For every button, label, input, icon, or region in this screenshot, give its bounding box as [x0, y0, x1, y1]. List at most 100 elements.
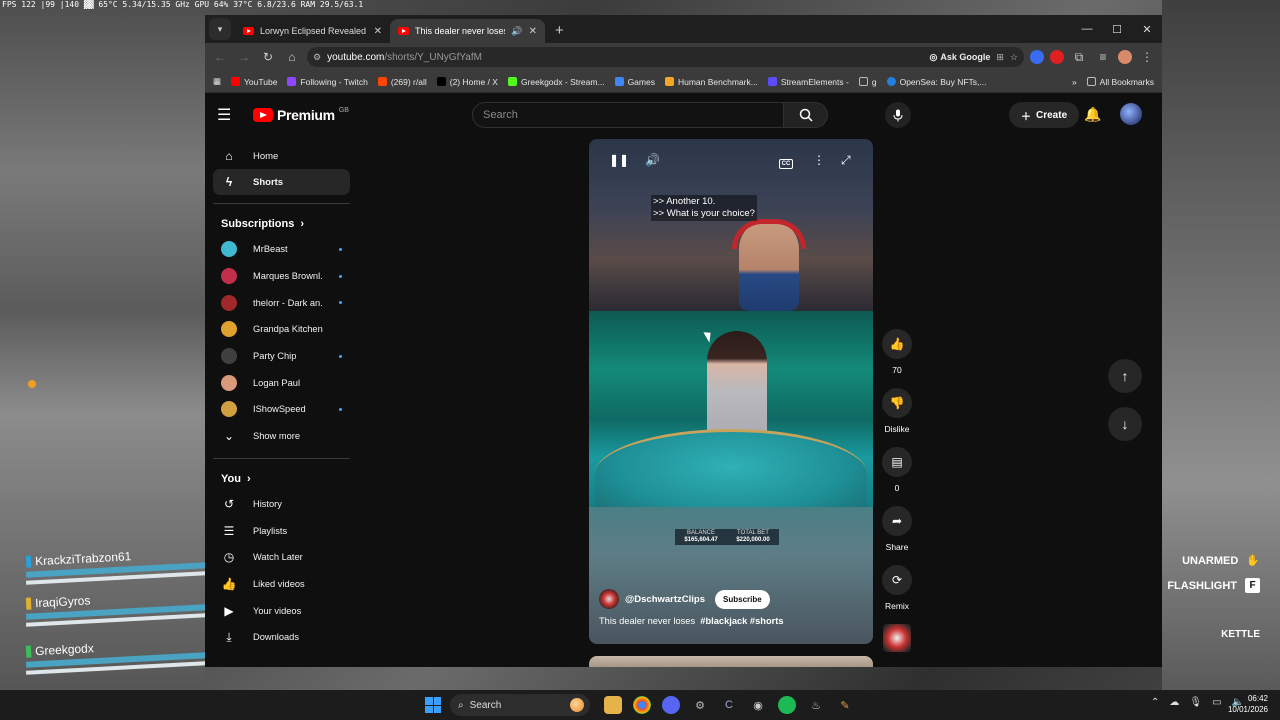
- more-options-icon[interactable]: ⋮: [813, 153, 825, 167]
- discord-icon[interactable]: [662, 696, 680, 714]
- all-bookmarks[interactable]: All Bookmarks: [1086, 77, 1154, 87]
- comment-icon[interactable]: ▤: [882, 447, 912, 477]
- subscription-item[interactable]: thelorr - Dark an...: [213, 289, 350, 316]
- sidebar-item-your-videos[interactable]: ▶ Your videos: [213, 597, 350, 624]
- subscription-item[interactable]: Marques Brownl...: [213, 263, 350, 290]
- remix-action[interactable]: ⟳ Remix: [881, 565, 913, 611]
- video-hashtags[interactable]: #blackjack #shorts: [700, 616, 783, 626]
- windows-start-icon[interactable]: [425, 697, 441, 713]
- tab-search-button[interactable]: ▾: [209, 18, 231, 40]
- taskbar-search[interactable]: ⌕ Search: [450, 694, 590, 716]
- bookmark-item[interactable]: Human Benchmark...: [664, 77, 758, 87]
- like-action[interactable]: 👍 70: [881, 329, 913, 375]
- share-action[interactable]: ➦ Share: [881, 506, 913, 552]
- home-icon[interactable]: ⌂: [283, 48, 301, 66]
- show-more-button[interactable]: ⌄ Show more: [213, 423, 350, 450]
- bookmark-item[interactable]: StreamElements -: [767, 77, 849, 87]
- pause-icon[interactable]: ❚❚: [609, 153, 629, 167]
- minimize-icon[interactable]: —: [1072, 15, 1102, 43]
- browser-menu-icon[interactable]: ⋮: [1138, 48, 1156, 66]
- file-explorer-icon[interactable]: [604, 696, 622, 714]
- system-clock[interactable]: 06:42 10/01/2026: [1228, 693, 1268, 715]
- bookmark-item[interactable]: Following - Twitch: [287, 77, 368, 87]
- video-title[interactable]: This dealer never loses #blackjack #shor…: [599, 616, 784, 626]
- dislike-action[interactable]: 👎 Dislike: [881, 388, 913, 434]
- settings-gear-icon[interactable]: ⚙: [691, 696, 709, 714]
- comments-action[interactable]: ▤ 0: [881, 447, 913, 493]
- account-avatar[interactable]: [1120, 103, 1142, 125]
- notifications-bell-icon[interactable]: 🔔: [1084, 106, 1101, 123]
- tab-blackjack[interactable]: This dealer never loses #blackj 🔊 ✕: [390, 19, 545, 43]
- bookmark-item[interactable]: Games: [614, 77, 655, 87]
- obs-icon[interactable]: ◉: [749, 696, 767, 714]
- subscribe-button[interactable]: Subscribe: [715, 589, 770, 609]
- game-launcher-icon[interactable]: ✎: [836, 696, 854, 714]
- next-short-arrow-down-icon[interactable]: ↓: [1108, 407, 1142, 441]
- thumbs-down-icon[interactable]: 👎: [882, 388, 912, 418]
- audio-playing-icon[interactable]: 🔊: [511, 26, 522, 37]
- microphone-icon[interactable]: 🎙: [1189, 697, 1202, 708]
- install-app-icon[interactable]: ⊞: [996, 52, 1004, 63]
- profile-avatar[interactable]: [1118, 50, 1132, 64]
- sound-source[interactable]: [881, 624, 913, 652]
- sidebar-item-home[interactable]: ⌂ Home: [213, 143, 350, 169]
- onedrive-icon[interactable]: ☁: [1169, 697, 1179, 708]
- subscription-item[interactable]: Grandpa Kitchen: [213, 316, 350, 343]
- sidebar-item-history[interactable]: ↺ History: [213, 491, 350, 518]
- channel-name[interactable]: @DschwartzClips: [625, 594, 705, 605]
- close-window-icon[interactable]: ✕: [1132, 15, 1162, 43]
- address-bar[interactable]: ⚙ youtube.com/shorts/Y_UNyGfYafM ◎ Ask Go…: [307, 47, 1024, 67]
- tab-lorwyn[interactable]: Lorwyn Eclipsed Revealed | Gam ✕: [235, 19, 390, 43]
- site-info-icon[interactable]: ⚙: [313, 52, 321, 63]
- back-icon[interactable]: ←: [211, 48, 229, 66]
- youtube-logo[interactable]: Premium GB: [253, 107, 349, 123]
- display-icon[interactable]: ▭: [1212, 697, 1221, 708]
- subscriptions-heading[interactable]: Subscriptions ›: [213, 212, 350, 236]
- you-heading[interactable]: You ›: [213, 467, 350, 491]
- sidebar-item-shorts[interactable]: ϟ Shorts: [213, 169, 350, 195]
- bookmark-item[interactable]: (2) Home / X: [436, 77, 498, 87]
- close-tab-icon[interactable]: ✕: [374, 26, 382, 37]
- new-tab-button[interactable]: +: [555, 22, 564, 39]
- next-short-preview[interactable]: [589, 656, 873, 667]
- create-button[interactable]: ＋ Create: [1009, 102, 1080, 128]
- search-button[interactable]: [784, 102, 828, 128]
- volume-icon[interactable]: 🔊: [645, 153, 660, 167]
- media-control-icon[interactable]: ≡: [1094, 48, 1112, 66]
- channel-avatar[interactable]: [599, 589, 619, 609]
- more-bookmarks-icon[interactable]: »: [1072, 77, 1077, 87]
- search-input[interactable]: [472, 102, 784, 128]
- thumbs-up-icon[interactable]: 👍: [882, 329, 912, 359]
- close-tab-icon[interactable]: ✕: [529, 26, 537, 37]
- shorts-player[interactable]: BALANCE $165,604.47 TOTAL BET $220,000.00 …: [589, 139, 873, 644]
- bookmark-item[interactable]: Greekgodx - Stream...: [507, 77, 605, 87]
- subscription-item[interactable]: IShowSpeed: [213, 396, 350, 423]
- voice-search-button[interactable]: [885, 102, 911, 128]
- audio-thumbnail[interactable]: [883, 624, 911, 652]
- subscription-item[interactable]: Party Chip: [213, 343, 350, 370]
- remix-icon[interactable]: ⟳: [882, 565, 912, 595]
- bookmark-item[interactable]: (269) r/all: [377, 77, 427, 87]
- share-icon[interactable]: ➦: [882, 506, 912, 536]
- ccleaner-icon[interactable]: C: [720, 696, 738, 714]
- previous-short-arrow-up-icon[interactable]: ↑: [1108, 359, 1142, 393]
- url-text[interactable]: youtube.com/shorts/Y_UNyGfYafM: [327, 52, 923, 63]
- sidebar-item-liked[interactable]: 👍 Liked videos: [213, 571, 350, 598]
- extension-icon[interactable]: [1050, 50, 1064, 64]
- ask-google-button[interactable]: ◎ Ask Google: [930, 52, 991, 63]
- sidebar-item-watch-later[interactable]: ◷ Watch Later: [213, 544, 350, 571]
- bookmark-item[interactable]: YouTube: [231, 77, 277, 87]
- steam-icon[interactable]: ♨: [807, 696, 825, 714]
- sidebar-item-downloads[interactable]: ⤓ Downloads: [213, 624, 350, 651]
- chrome-icon[interactable]: [633, 696, 651, 714]
- extensions-puzzle-icon[interactable]: ⧉: [1070, 48, 1088, 66]
- menu-icon[interactable]: ☰: [217, 105, 239, 125]
- fullscreen-icon[interactable]: ⤢: [841, 153, 851, 168]
- spotify-icon[interactable]: [778, 696, 796, 714]
- bookmark-folder[interactable]: g: [858, 77, 877, 87]
- forward-icon[interactable]: →: [235, 48, 253, 66]
- captions-button[interactable]: CC: [779, 159, 793, 169]
- apps-grid-icon[interactable]: ▦: [213, 76, 221, 87]
- subscription-item[interactable]: MrBeast: [213, 236, 350, 263]
- maximize-icon[interactable]: ☐: [1102, 15, 1132, 43]
